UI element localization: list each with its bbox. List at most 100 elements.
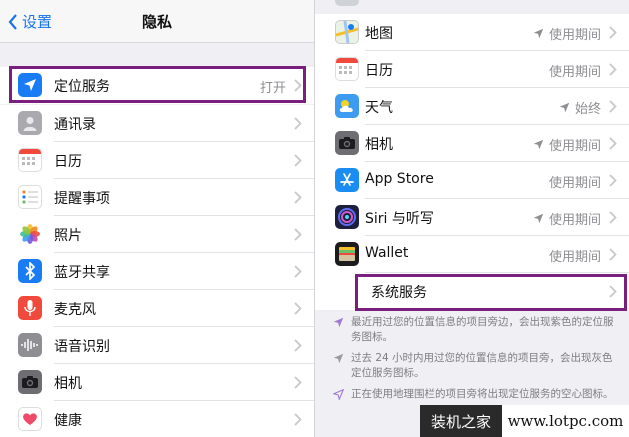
row-label: 日历 — [365, 63, 393, 79]
app-location-list: 地图 使用期间 日历 使用期间 天气 始终 相机 使用期间 App Store … — [315, 14, 629, 310]
note-hollow-arrow: 正在使用地理围栏的项目旁将出现定位服务的空心图标。 — [315, 387, 629, 402]
privacy-list: 定位服务 打开 通讯录 日历 提醒事项 照片 蓝牙共享 麦克风 语音识别 相机 … — [0, 67, 314, 437]
calendar-icon — [335, 57, 359, 81]
note-text: 正在使用地理围栏的项目旁将出现定位服务的空心图标。 — [351, 388, 614, 400]
privacy-settings-panel: 设置 隐私 定位服务 打开 通讯录 日历 提醒事项 照片 蓝牙共享 麦克风 语音… — [0, 0, 314, 437]
row-reminders[interactable]: 提醒事项 — [0, 179, 314, 216]
chevron-right-icon — [609, 100, 617, 113]
maps-icon — [335, 20, 359, 44]
page-title: 隐私 — [141, 13, 172, 31]
health-icon — [18, 407, 42, 431]
row-label: App Store — [365, 171, 434, 187]
row-bluetooth-sharing[interactable]: 蓝牙共享 — [0, 253, 314, 290]
camera-icon — [18, 370, 42, 394]
microphone-icon — [18, 296, 42, 320]
chevron-right-icon — [294, 413, 302, 426]
watermark: 装机之家 www.lotpc.com — [420, 405, 629, 437]
camera-icon — [335, 131, 359, 155]
location-arrow-icon — [533, 28, 544, 39]
row-camera[interactable]: 相机 — [0, 364, 314, 401]
row-label: 通讯录 — [54, 117, 96, 133]
note-purple-arrow: 最近用过您的位置信息的项目旁边，会出现紫色的定位服务图标。 — [315, 315, 629, 345]
row-label: 天气 — [365, 100, 393, 116]
row-siri-dictation[interactable]: Siri 与听写 使用期间 — [315, 199, 629, 236]
row-calendar[interactable]: 日历 使用期间 — [315, 51, 629, 88]
highlight-box — [355, 274, 627, 311]
row-value-text: 使用期间 — [548, 176, 601, 191]
wallet-icon — [335, 242, 359, 266]
highlight-box — [9, 66, 306, 103]
row-value: 使用期间 — [533, 135, 601, 154]
chevron-right-icon — [294, 302, 302, 315]
row-microphone[interactable]: 麦克风 — [0, 290, 314, 327]
note-text: 最近用过您的位置信息的项目旁边，会出现紫色的定位服务图标。 — [351, 316, 614, 343]
row-value-text: 使用期间 — [548, 213, 601, 228]
partial-app-icon — [335, 0, 359, 6]
row-label: Siri 与听写 — [365, 211, 434, 227]
note-text: 过去 24 小时内用过您的位置信息的项目旁，会出现灰色定位服务图标。 — [351, 352, 613, 379]
location-arrow-icon — [533, 139, 544, 150]
location-services-panel: 地图 使用期间 日历 使用期间 天气 始终 相机 使用期间 App Store … — [315, 0, 629, 437]
chevron-right-icon — [609, 63, 617, 76]
row-weather[interactable]: 天气 始终 — [315, 88, 629, 125]
speech-recognition-icon — [18, 333, 42, 357]
chevron-right-icon — [294, 339, 302, 352]
chevron-right-icon — [609, 248, 617, 261]
row-value: 使用期间 — [533, 24, 601, 43]
row-maps[interactable]: 地图 使用期间 — [315, 14, 629, 51]
row-photos[interactable]: 照片 — [0, 216, 314, 253]
chevron-right-icon — [609, 211, 617, 224]
location-arrow-icon — [533, 213, 544, 224]
chevron-right-icon — [609, 26, 617, 39]
row-calendar[interactable]: 日历 — [0, 142, 314, 179]
chevron-right-icon — [609, 174, 617, 187]
weather-icon — [335, 94, 359, 118]
row-label: 麦克风 — [54, 302, 96, 318]
row-value-text: 始终 — [574, 102, 601, 117]
chevron-right-icon — [294, 191, 302, 204]
reminders-icon — [18, 185, 42, 209]
row-value: 使用期间 — [549, 61, 601, 80]
row-label: 照片 — [54, 228, 82, 244]
chevron-right-icon — [294, 376, 302, 389]
row-value: 使用期间 — [549, 172, 601, 191]
row-label: Wallet — [365, 245, 409, 261]
location-notes: 最近用过您的位置信息的项目旁边，会出现紫色的定位服务图标。 过去 24 小时内用… — [315, 315, 629, 408]
photos-icon — [18, 222, 42, 246]
watermark-right: www.lotpc.com — [502, 405, 629, 437]
purple-location-arrow-icon — [333, 317, 344, 328]
row-value-text: 使用期间 — [548, 65, 601, 80]
hollow-location-arrow-icon — [333, 389, 344, 400]
gray-location-arrow-icon — [333, 353, 344, 364]
row-wallet[interactable]: Wallet 使用期间 — [315, 236, 629, 273]
row-label: 相机 — [54, 376, 82, 392]
row-value-text: 使用期间 — [548, 28, 601, 43]
row-value: 始终 — [559, 98, 601, 117]
calendar-icon — [18, 148, 42, 172]
row-contacts[interactable]: 通讯录 — [0, 105, 314, 142]
bluetooth-icon — [18, 259, 42, 283]
row-value-text: 使用期间 — [548, 139, 601, 154]
row-value: 使用期间 — [533, 209, 601, 228]
row-app-store[interactable]: App Store 使用期间 — [315, 162, 629, 199]
row-camera[interactable]: 相机 使用期间 — [315, 125, 629, 162]
row-value: 使用期间 — [549, 246, 601, 265]
row-label: 相机 — [365, 137, 393, 153]
row-label: 地图 — [365, 26, 393, 42]
contacts-icon — [18, 111, 42, 135]
location-arrow-icon — [559, 102, 570, 113]
row-speech-recognition[interactable]: 语音识别 — [0, 327, 314, 364]
chevron-right-icon — [609, 137, 617, 150]
chevron-right-icon — [294, 228, 302, 241]
watermark-left: 装机之家 — [420, 405, 502, 437]
chevron-right-icon — [294, 265, 302, 278]
row-label: 语音识别 — [54, 339, 110, 355]
chevron-right-icon — [294, 154, 302, 167]
chevron-right-icon — [294, 117, 302, 130]
row-health[interactable]: 健康 — [0, 401, 314, 437]
row-value-text: 使用期间 — [548, 250, 601, 265]
app-store-icon — [335, 168, 359, 192]
navigation-bar: 设置 隐私 — [0, 0, 314, 43]
row-label: 蓝牙共享 — [54, 265, 110, 281]
note-gray-arrow: 过去 24 小时内用过您的位置信息的项目旁，会出现灰色定位服务图标。 — [315, 351, 629, 381]
